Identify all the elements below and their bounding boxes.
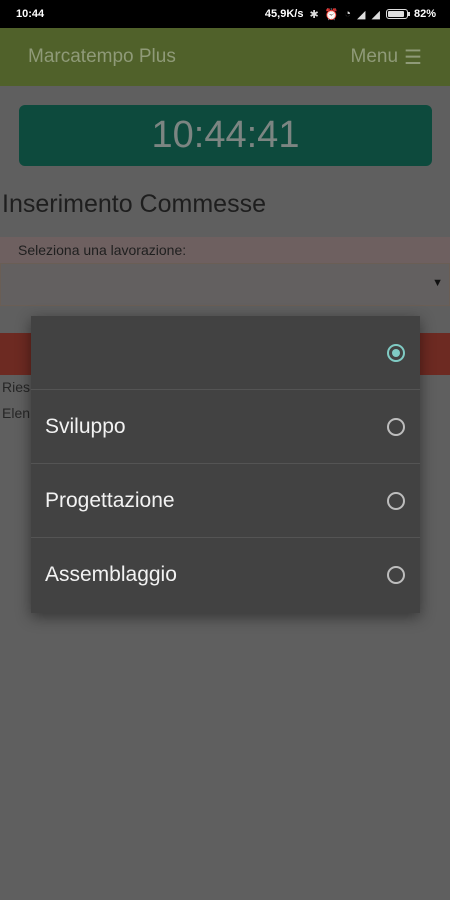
option-progettazione[interactable]: Progettazione [31, 464, 420, 538]
app-title: Marcatempo Plus [28, 46, 176, 67]
status-time: 10:44 [16, 8, 45, 20]
radio-checked-icon[interactable] [387, 343, 405, 362]
status-icons: 45,9K/s ✱ ⏰ ◔ ◢ ◢ 82% [265, 8, 436, 21]
radio-icon[interactable] [387, 491, 405, 510]
hamburger-icon: ☰ [404, 46, 422, 69]
radio-icon[interactable] [387, 566, 405, 584]
summary-line-2: Elen [2, 405, 31, 421]
menu-label: Menu [350, 46, 399, 67]
dropdown-arrow-icon: ▼ [432, 277, 443, 289]
signal-icon: ◢ [357, 8, 366, 21]
alarm-icon: ⏰ [324, 8, 339, 21]
select-label: Seleziona una lavorazione: [0, 237, 450, 263]
bluetooth-icon: ✱ [309, 8, 319, 21]
selection-dialog: Sviluppo Progettazione Assemblaggio [31, 316, 420, 613]
signal-2-icon: ◢ [371, 8, 380, 21]
option-assemblaggio[interactable]: Assemblaggio [31, 538, 420, 612]
battery-level: 82% [413, 8, 436, 20]
status-bar: 10:44 45,9K/s ✱ ⏰ ◔ ◢ ◢ 82% [0, 0, 450, 28]
battery-icon [385, 9, 410, 19]
option-sviluppo[interactable]: Sviluppo [31, 390, 420, 464]
wifi-icon: ◔ [344, 8, 352, 20]
radio-icon[interactable] [387, 417, 405, 436]
clock-display: 10:44:41 [19, 105, 432, 166]
page-title: Inserimento Commesse [2, 190, 266, 218]
lavorazione-select[interactable]: ▼ [0, 263, 450, 306]
option-label: Sviluppo [45, 414, 126, 438]
option-label: Progettazione [45, 488, 175, 512]
app-header: Marcatempo Plus Menu ☰ [0, 28, 450, 86]
option-label: Assemblaggio [45, 563, 177, 586]
network-speed: 45,9K/s [264, 8, 304, 20]
option-empty[interactable] [31, 316, 420, 390]
summary-line-1: Ries [2, 379, 31, 395]
menu-button[interactable]: Menu ☰ [351, 45, 422, 70]
